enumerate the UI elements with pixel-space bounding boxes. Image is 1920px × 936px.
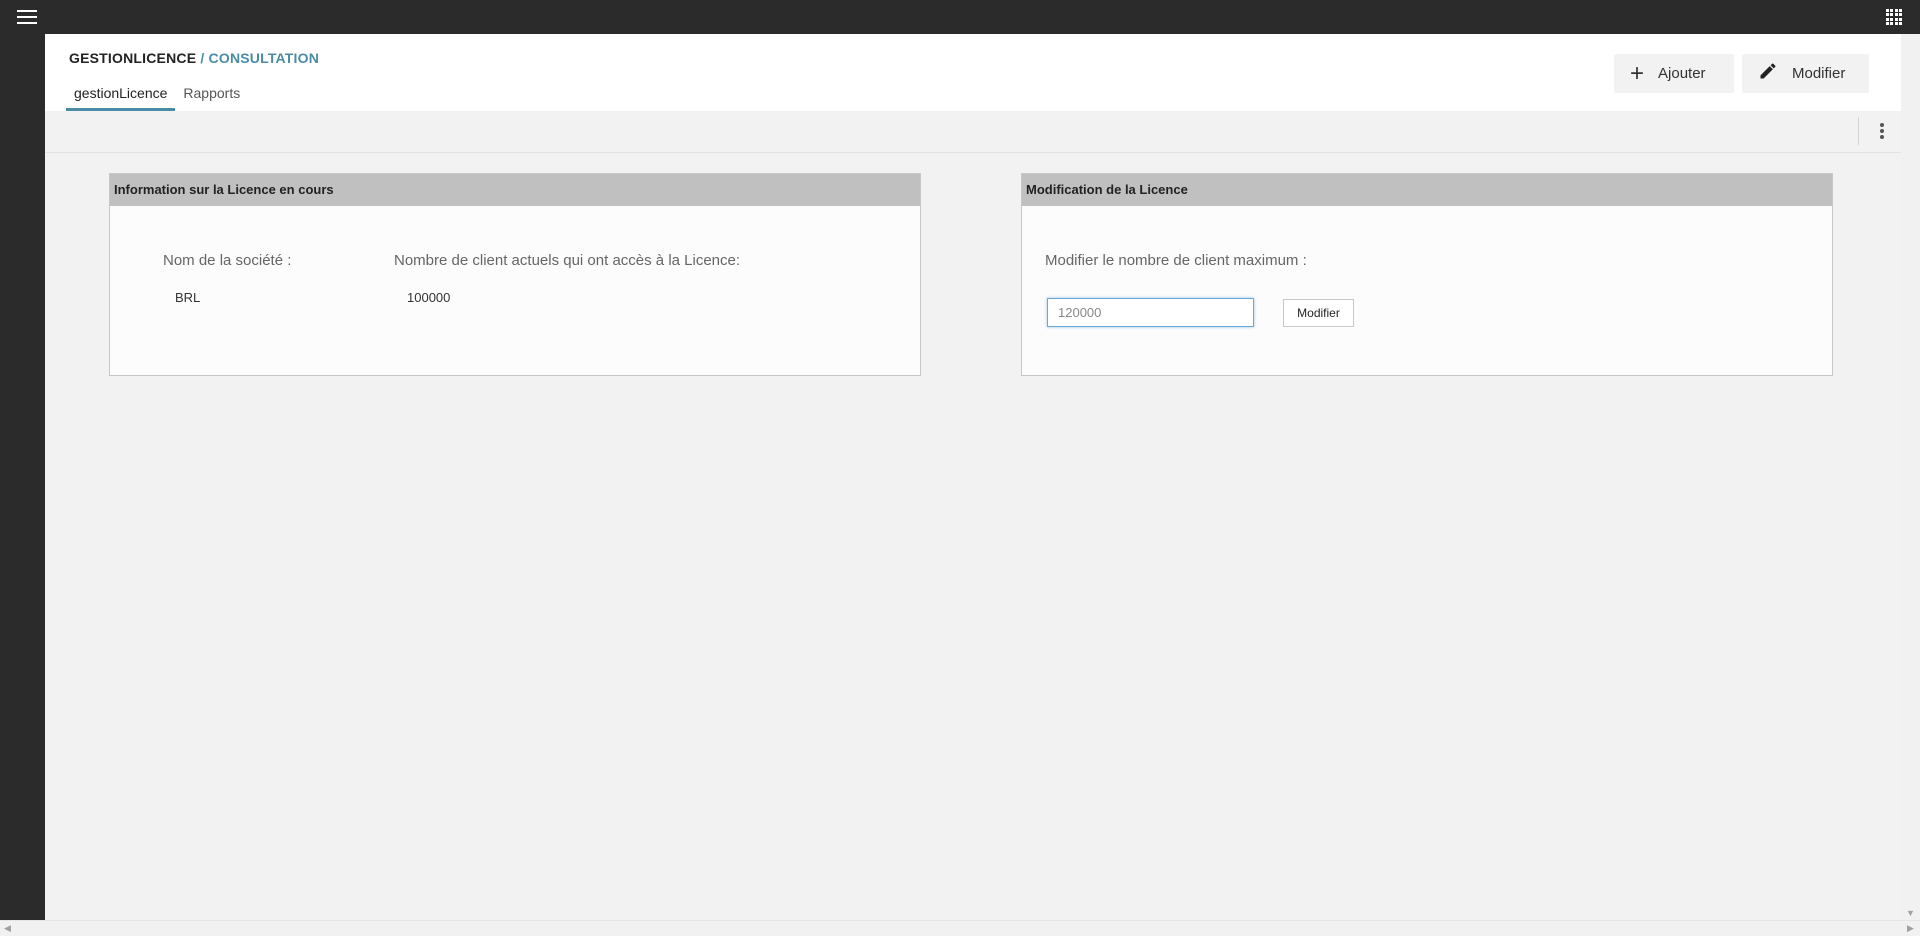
hamburger-menu-icon[interactable]	[17, 10, 37, 24]
license-info-panel: Information sur la Licence en cours Nom …	[109, 173, 921, 376]
left-sidebar	[0, 34, 45, 936]
scroll-left-icon[interactable]: ◀	[4, 923, 11, 934]
edit-button-label: Modifier	[1792, 65, 1846, 82]
max-clients-label: Modifier le nombre de client maximum :	[1045, 252, 1307, 269]
edit-button[interactable]: Modifier	[1742, 54, 1869, 93]
toolbar-divider	[1858, 117, 1859, 145]
top-bar	[0, 0, 1920, 34]
scroll-right-icon[interactable]: ▶	[1907, 923, 1914, 934]
scroll-down-icon[interactable]: ▼	[1906, 908, 1915, 918]
modify-submit-button[interactable]: Modifier	[1283, 299, 1354, 327]
license-edit-panel: Modification de la Licence Modifier le n…	[1021, 173, 1833, 376]
tab-bar: gestionLicence Rapports	[66, 80, 248, 111]
max-clients-input[interactable]	[1047, 298, 1254, 327]
breadcrumb: GESTIONLICENCE / CONSULTATION	[69, 50, 319, 66]
clients-value: 100000	[407, 290, 451, 305]
add-button[interactable]: + Ajouter	[1614, 54, 1734, 93]
breadcrumb-current: CONSULTATION	[208, 50, 320, 66]
tab-gestionlicence[interactable]: gestionLicence	[66, 80, 176, 111]
license-edit-title: Modification de la Licence	[1022, 174, 1832, 206]
more-vertical-icon[interactable]	[1879, 123, 1885, 141]
company-value: BRL	[175, 290, 201, 305]
add-button-label: Ajouter	[1658, 65, 1706, 82]
breadcrumb-root[interactable]: GESTIONLICENCE	[69, 50, 196, 66]
pencil-icon	[1758, 61, 1778, 86]
horizontal-scrollbar[interactable]: ◀ ▶	[0, 920, 1920, 936]
clients-label: Nombre de client actuels qui ont accès à…	[394, 252, 741, 269]
tab-rapports[interactable]: Rapports	[175, 80, 248, 111]
breadcrumb-separator: /	[196, 50, 209, 66]
action-toolbar	[45, 111, 1901, 153]
plus-icon: +	[1630, 59, 1645, 87]
vertical-scrollbar[interactable]: ▼	[1901, 34, 1920, 922]
company-label: Nom de la société :	[163, 252, 292, 269]
apps-grid-icon[interactable]	[1886, 9, 1902, 25]
license-info-title: Information sur la Licence en cours	[110, 174, 920, 206]
page-header: GESTIONLICENCE / CONSULTATION gestionLic…	[45, 34, 1901, 111]
